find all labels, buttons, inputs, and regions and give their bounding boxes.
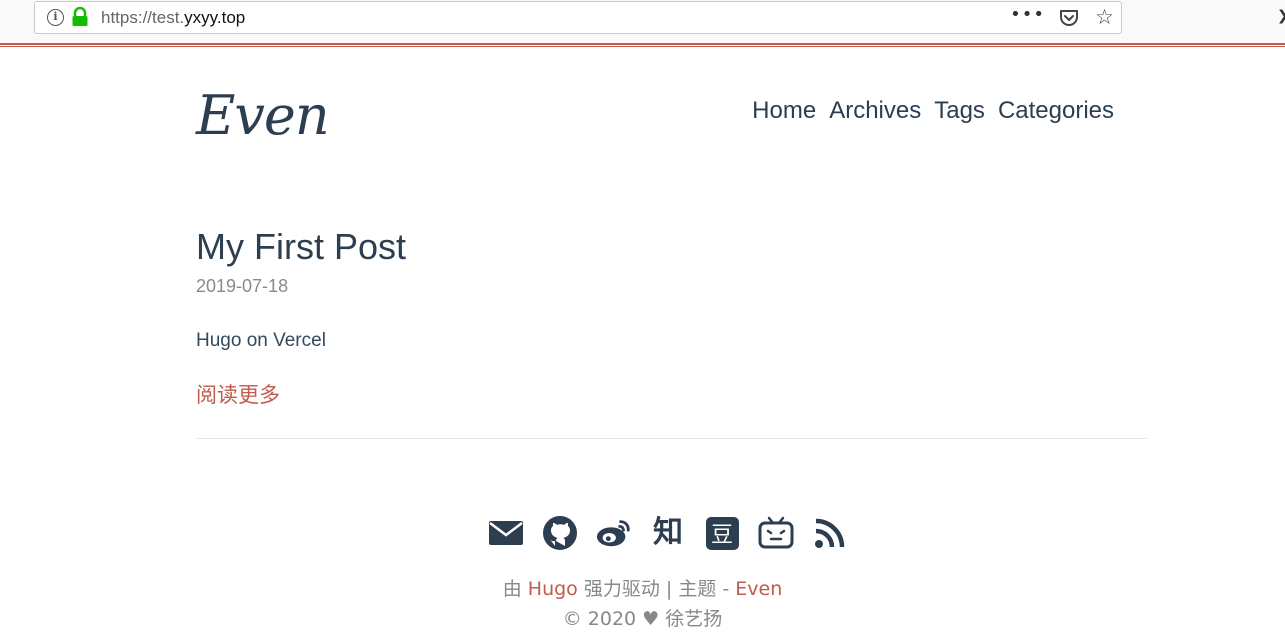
address-bar[interactable]: i https://test.yxyy.top ••• ☆ — [34, 1, 1122, 34]
hugo-link[interactable]: Hugo — [528, 578, 578, 600]
post-summary: Hugo on Vercel — [196, 330, 326, 351]
pocket-icon[interactable] — [1059, 8, 1079, 28]
site-logo[interactable]: Even — [196, 84, 330, 147]
douban-icon: 豆 — [705, 516, 739, 550]
theme-even-link[interactable]: Even — [735, 578, 782, 600]
url-text[interactable]: https://test.yxyy.top — [101, 8, 245, 28]
bilibili-icon[interactable] — [758, 515, 794, 551]
email-icon[interactable] — [488, 515, 524, 551]
post-title[interactable]: My First Post — [196, 226, 406, 268]
info-icon[interactable]: i — [47, 9, 64, 26]
nav-archives[interactable]: Archives — [829, 97, 921, 125]
weibo-icon[interactable] — [596, 515, 632, 551]
zhihu-icon[interactable]: 知 — [650, 515, 686, 551]
bookmark-star-icon[interactable]: ☆ — [1095, 6, 1114, 28]
social-links: 知 豆 — [488, 515, 848, 551]
lock-icon[interactable] — [71, 7, 89, 27]
copyright-year: © 2020 — [562, 608, 643, 630]
rss-icon[interactable] — [812, 515, 848, 551]
nav-home[interactable]: Home — [752, 97, 816, 125]
powered-middle: 强力驱动 | 主题 - — [577, 578, 736, 600]
douban-icon-wrap[interactable]: 豆 — [704, 515, 740, 551]
read-more-link[interactable]: 阅读更多 — [196, 379, 280, 409]
url-prefix: https://test. — [101, 8, 185, 27]
url-host: yxyy.top — [184, 8, 246, 27]
nav-categories[interactable]: Categories — [998, 97, 1114, 125]
page-actions-icon[interactable]: ••• — [1010, 4, 1045, 25]
heart-icon: ♥ — [642, 608, 660, 630]
page-top-accent-line — [0, 43, 1285, 47]
overflow-chevron-icon[interactable]: ❯ — [1277, 8, 1285, 24]
powered-prefix: 由 — [502, 578, 528, 600]
github-icon[interactable] — [542, 515, 578, 551]
nav-tags[interactable]: Tags — [934, 97, 985, 125]
post-date: 2019-07-18 — [196, 276, 289, 296]
copyright-line: © 2020 ♥ 徐艺扬 — [0, 604, 1285, 631]
post-divider — [196, 438, 1147, 439]
author-name: 徐艺扬 — [659, 608, 723, 630]
main-nav: Home Archives Tags Categories — [752, 97, 1114, 125]
powered-by-line: 由 Hugo 强力驱动 | 主题 - Even — [0, 574, 1285, 601]
browser-toolbar: i https://test.yxyy.top ••• ☆ ❯ — [0, 0, 1285, 42]
